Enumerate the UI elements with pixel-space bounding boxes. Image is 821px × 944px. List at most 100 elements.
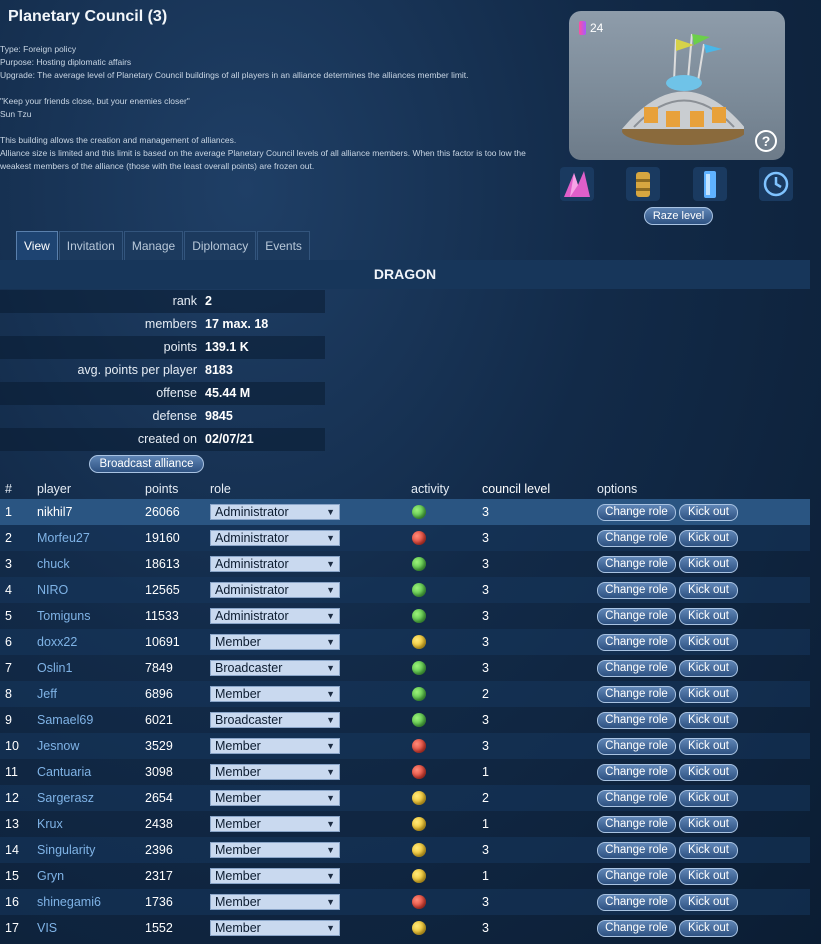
role-select[interactable]: Member ▼ [210,764,340,780]
kick-out-button[interactable]: Kick out [679,711,738,729]
role-select[interactable]: Member ▼ [210,894,340,910]
player-link[interactable]: Singularity [37,843,145,857]
tab-diplomacy[interactable]: Diplomacy [184,231,257,260]
change-role-button[interactable]: Change role [597,867,676,885]
row-number: 17 [5,921,19,935]
table-row: 5 Tomiguns 11533 Administrator ▼ 3 Change role… [0,603,810,629]
row-number: 5 [5,609,12,623]
player-link[interactable]: doxx22 [37,635,145,649]
change-role-button[interactable]: Change role [597,581,676,599]
kick-out-button[interactable]: Kick out [679,607,738,625]
player-link[interactable]: nikhil7 [37,505,145,519]
council-level: 3 [482,713,489,727]
kick-out-button[interactable]: Kick out [679,841,738,859]
player-link[interactable]: Sargerasz [37,791,145,805]
player-link[interactable]: chuck [37,557,145,571]
kick-out-button[interactable]: Kick out [679,633,738,651]
kick-out-button[interactable]: Kick out [679,789,738,807]
kick-out-button[interactable]: Kick out [679,867,738,885]
role-select[interactable]: Member ▼ [210,868,340,884]
change-role-button[interactable]: Change role [597,893,676,911]
purpose-line: Purpose: Hosting diplomatic affairs [0,57,132,67]
player-link[interactable]: Cantuaria [37,765,145,779]
change-role-button[interactable]: Change role [597,685,676,703]
kick-out-button[interactable]: Kick out [679,893,738,911]
kick-out-button[interactable]: Kick out [679,581,738,599]
player-link[interactable]: Krux [37,817,145,831]
change-role-button[interactable]: Change role [597,529,676,547]
role-select[interactable]: Administrator ▼ [210,556,340,572]
council-level: 3 [482,557,489,571]
tab-view[interactable]: View [16,231,58,260]
council-level: 1 [482,765,489,779]
chevron-down-icon: ▼ [326,611,335,621]
change-role-button[interactable]: Change role [597,659,676,677]
tab-bar: View Invitation Manage Diplomacy Events [16,231,311,260]
role-select[interactable]: Broadcaster ▼ [210,660,340,676]
role-select[interactable]: Administrator ▼ [210,530,340,546]
player-link[interactable]: Tomiguns [37,609,145,623]
change-role-button[interactable]: Change role [597,789,676,807]
tab-events[interactable]: Events [257,231,310,260]
kick-out-button[interactable]: Kick out [679,737,738,755]
change-role-button[interactable]: Change role [597,503,676,521]
role-select[interactable]: Member ▼ [210,738,340,754]
player-link[interactable]: Jesnow [37,739,145,753]
kick-out-button[interactable]: Kick out [679,529,738,547]
kick-out-button[interactable]: Kick out [679,659,738,677]
chevron-down-icon: ▼ [326,871,335,881]
change-role-button[interactable]: Change role [597,555,676,573]
player-link[interactable]: NIRO [37,583,145,597]
change-role-button[interactable]: Change role [597,711,676,729]
tab-invitation[interactable]: Invitation [58,231,123,260]
level-chip-icon [579,21,586,35]
player-link[interactable]: shinegami6 [37,895,145,909]
kick-out-button[interactable]: Kick out [679,815,738,833]
row-number: 10 [5,739,19,753]
council-level: 3 [482,505,489,519]
change-role-button[interactable]: Change role [597,841,676,859]
player-link[interactable]: Gryn [37,869,145,883]
table-row: 15 Gryn 2317 Member ▼ 1 Change role Kick out [0,863,810,889]
player-points: 11533 [145,609,179,623]
kick-out-button[interactable]: Kick out [679,503,738,521]
role-select[interactable]: Member ▼ [210,790,340,806]
kick-out-button[interactable]: Kick out [679,555,738,573]
table-row: 13 Krux 2438 Member ▼ 1 Change role Kick out [0,811,810,837]
role-select[interactable]: Administrator ▼ [210,582,340,598]
role-select[interactable]: Member ▼ [210,686,340,702]
role-select[interactable]: Administrator ▼ [210,504,340,520]
role-select[interactable]: Member ▼ [210,816,340,832]
role-select[interactable]: Member ▼ [210,920,340,936]
tab-manage[interactable]: Manage [123,231,184,260]
change-role-button[interactable]: Change role [597,607,676,625]
activity-status-icon [412,713,426,727]
role-select[interactable]: Member ▼ [210,634,340,650]
player-link[interactable]: VIS [37,921,145,935]
change-role-button[interactable]: Change role [597,737,676,755]
role-select[interactable]: Administrator ▼ [210,608,340,624]
change-role-button[interactable]: Change role [597,633,676,651]
role-select[interactable]: Member ▼ [210,842,340,858]
change-role-button[interactable]: Change role [597,919,676,937]
stat-row-avg-points: avg. points per player 8183 [77,363,233,377]
council-level: 3 [482,661,489,675]
kick-out-button[interactable]: Kick out [679,763,738,781]
player-link[interactable]: Jeff [37,687,145,701]
change-role-button[interactable]: Change role [597,763,676,781]
row-number: 3 [5,557,12,571]
player-points: 26066 [145,505,180,519]
player-link[interactable]: Oslin1 [37,661,145,675]
kick-out-button[interactable]: Kick out [679,919,738,937]
raze-level-button[interactable]: Raze level [644,207,713,225]
broadcast-alliance-button[interactable]: Broadcast alliance [89,455,204,473]
role-select[interactable]: Broadcaster ▼ [210,712,340,728]
change-role-button[interactable]: Change role [597,815,676,833]
help-button[interactable]: ? [755,130,777,152]
role-value: Member [215,635,261,649]
player-link[interactable]: Samael69 [37,713,145,727]
chevron-down-icon: ▼ [326,585,335,595]
player-link[interactable]: Morfeu27 [37,531,145,545]
kick-out-button[interactable]: Kick out [679,685,738,703]
council-level: 3 [482,843,489,857]
